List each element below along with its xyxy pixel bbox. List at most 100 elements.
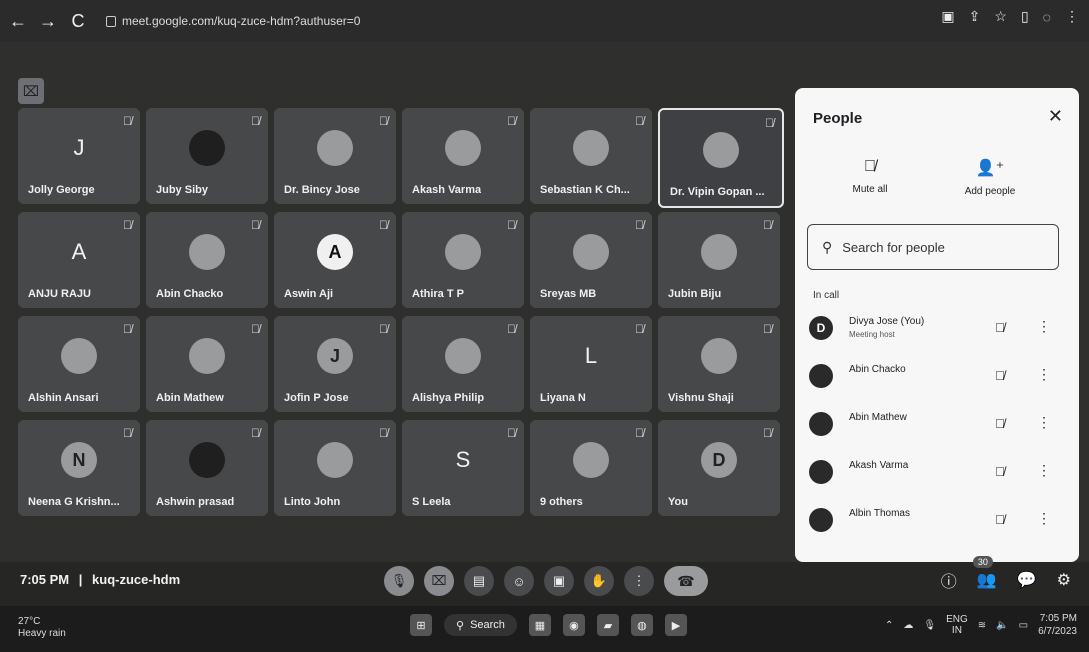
task-view-icon[interactable]: ▦ xyxy=(528,614,551,636)
participant-name: Abin Chacko xyxy=(156,288,224,300)
cloud-icon[interactable]: ☁ xyxy=(903,620,913,631)
mute-all-button[interactable]: 🎙̸ Mute all xyxy=(815,158,925,195)
participant-tile[interactable]: 🎙̸ Dr. Bincy Jose xyxy=(274,108,396,204)
person-row[interactable]: D Divya Jose (You) Meeting host 🎙̸ ⋮ xyxy=(809,310,1059,350)
mic-off-icon: 🎙̸ xyxy=(864,158,876,175)
participant-avatar xyxy=(573,130,609,167)
participant-tile[interactable]: 🎙̸ J Jolly George xyxy=(18,108,140,204)
close-icon[interactable]: ✕ xyxy=(1048,106,1063,127)
people-button[interactable]: 30 👥 xyxy=(972,556,997,590)
leave-call-button[interactable]: ☎ xyxy=(664,566,708,596)
participant-tile[interactable]: 🎙̸ Abin Mathew xyxy=(146,316,268,412)
person-row[interactable]: Abin Chacko 🎙̸ ⋮ xyxy=(809,358,1059,398)
participant-avatar xyxy=(189,338,225,375)
captions-button[interactable]: ▤ xyxy=(464,566,494,596)
app-icon[interactable]: ◍ xyxy=(630,614,653,636)
mic-off-icon[interactable]: 🎙̸ xyxy=(995,464,1005,479)
tab-icon[interactable]: ▯ xyxy=(1021,8,1029,25)
participant-tile[interactable]: 🎙̸ D You xyxy=(658,420,780,516)
participant-tile[interactable]: 🎙̸ Alshin Ansari xyxy=(18,316,140,412)
muted-mic-icon: 🎙̸ xyxy=(379,114,388,128)
menu-icon[interactable]: ⋮ xyxy=(1065,8,1079,25)
participant-tile[interactable]: 🎙̸ Sreyas MB xyxy=(530,212,652,308)
participant-tile[interactable]: 🎙̸ Sebastian K Ch... xyxy=(530,108,652,204)
share-icon[interactable]: ⇪ xyxy=(969,8,981,25)
more-vert-icon[interactable]: ⋮ xyxy=(1037,414,1051,431)
participant-tile[interactable]: 🎙̸ Athira T P xyxy=(402,212,524,308)
more-vert-icon[interactable]: ⋮ xyxy=(1037,462,1051,479)
raise-hand-button[interactable]: ✋ xyxy=(584,566,614,596)
participant-name: Liyana N xyxy=(540,392,586,404)
wifi-icon[interactable]: ≋ xyxy=(978,620,986,631)
participant-tile[interactable]: 🎙̸ L Liyana N xyxy=(530,316,652,412)
participant-tile[interactable]: 🎙̸ A ANJU RAJU xyxy=(18,212,140,308)
start-icon[interactable]: ⊞ xyxy=(410,614,432,636)
participant-tile[interactable]: 🎙̸ Dr. Vipin Gopan ... xyxy=(658,108,784,208)
participant-tile[interactable]: 🎙̸ S S Leela xyxy=(402,420,524,516)
participant-name: Vishnu Shaji xyxy=(668,392,734,404)
battery-icon[interactable]: ▭ xyxy=(1019,620,1028,631)
participant-tile[interactable]: 🎙̸ J Jofin P Jose xyxy=(274,316,396,412)
mic-off-icon[interactable]: 🎙̸ xyxy=(995,416,1005,431)
mic-tray-icon[interactable]: 🎙 xyxy=(923,620,936,631)
camera-off-icon[interactable]: ⌧ xyxy=(18,78,44,104)
participant-name: Neena G Krishn... xyxy=(28,496,120,508)
more-options-button[interactable]: ⋮ xyxy=(624,566,654,596)
muted-mic-icon: 🎙̸ xyxy=(763,218,772,232)
meet-app-icon[interactable]: ▶ xyxy=(664,614,687,636)
chrome-app-icon[interactable]: ◉ xyxy=(562,614,585,636)
person-row[interactable]: Akash Varma 🎙̸ ⋮ xyxy=(809,454,1059,494)
mic-off-icon[interactable]: 🎙̸ xyxy=(995,512,1005,527)
search-people-input[interactable]: ⚲ Search for people xyxy=(807,224,1059,270)
participant-tile[interactable]: 🎙̸ Akash Varma xyxy=(402,108,524,204)
address-bar[interactable]: meet.google.com/kuq-zuce-hdm?authuser=0 xyxy=(106,14,360,28)
person-name: Divya Jose (You) xyxy=(849,316,925,327)
info-icon[interactable]: ⓘ xyxy=(941,568,957,592)
participant-tile[interactable]: 🎙̸ N Neena G Krishn... xyxy=(18,420,140,516)
profile-icon[interactable]: ◌ xyxy=(1043,9,1051,25)
emoji-button[interactable]: ☺ xyxy=(504,566,534,596)
participant-avatar xyxy=(189,234,225,271)
person-role: Meeting host xyxy=(849,330,895,339)
participant-tile[interactable]: 🎙̸ Abin Chacko xyxy=(146,212,268,308)
participant-tile[interactable]: 🎙̸ Jubin Biju xyxy=(658,212,780,308)
person-name: Akash Varma xyxy=(849,460,909,471)
participant-tile[interactable]: 🎙̸ Alishya Philip xyxy=(402,316,524,412)
chat-icon[interactable]: 💬 xyxy=(1017,570,1037,590)
participant-tile[interactable]: 🎙̸ Ashwin prasad xyxy=(146,420,268,516)
more-vert-icon[interactable]: ⋮ xyxy=(1037,366,1051,383)
camera-indicator-icon[interactable]: ▣ xyxy=(941,8,954,25)
participant-tile[interactable]: 🎙̸ Linto John xyxy=(274,420,396,516)
participant-tile[interactable]: 🎙̸ Vishnu Shaji xyxy=(658,316,780,412)
person-row[interactable]: Albin Thomas 🎙̸ ⋮ xyxy=(809,502,1059,542)
add-people-button[interactable]: 👤⁺ Add people xyxy=(935,158,1045,197)
participant-name: S Leela xyxy=(412,496,451,508)
bookmark-star-icon[interactable]: ☆ xyxy=(994,8,1007,25)
lock-icon xyxy=(106,15,116,27)
present-button[interactable]: ▣ xyxy=(544,566,574,596)
weather-widget[interactable]: 27°C Heavy rain xyxy=(18,616,66,640)
mic-toggle-button[interactable]: 🎙 xyxy=(384,566,414,596)
volume-icon[interactable]: 🔈 xyxy=(996,620,1008,631)
participant-tile[interactable]: 🎙̸ A Aswin Aji xyxy=(274,212,396,308)
more-vert-icon[interactable]: ⋮ xyxy=(1037,510,1051,527)
more-vert-icon[interactable]: ⋮ xyxy=(1037,318,1051,335)
participant-tile[interactable]: 🎙̸ Juby Siby xyxy=(146,108,268,204)
activities-icon[interactable]: ⚙ xyxy=(1057,570,1071,590)
participant-tile[interactable]: 🎙̸ 9 others xyxy=(530,420,652,516)
taskbar-search[interactable]: ⚲ Search xyxy=(444,614,517,636)
clock[interactable]: 7:05 PM 6/7/2023 xyxy=(1038,612,1077,638)
mic-off-icon[interactable]: 🎙̸ xyxy=(995,320,1005,335)
participant-avatar: A xyxy=(317,234,353,271)
mic-off-icon[interactable]: 🎙̸ xyxy=(995,368,1005,383)
person-row[interactable]: Abin Mathew 🎙̸ ⋮ xyxy=(809,406,1059,446)
muted-mic-icon: 🎙̸ xyxy=(507,114,516,128)
file-explorer-icon[interactable]: ▰ xyxy=(596,614,619,636)
participant-name: Jofin P Jose xyxy=(284,392,349,404)
reload-button[interactable]: C xyxy=(66,9,90,33)
tray-chevron-icon[interactable]: ⌃ xyxy=(885,620,893,631)
camera-toggle-button[interactable]: ⌧ xyxy=(424,566,454,596)
language-indicator[interactable]: ENG IN xyxy=(946,614,968,636)
back-button[interactable]: ← xyxy=(6,9,30,33)
forward-button[interactable]: → xyxy=(36,9,60,33)
